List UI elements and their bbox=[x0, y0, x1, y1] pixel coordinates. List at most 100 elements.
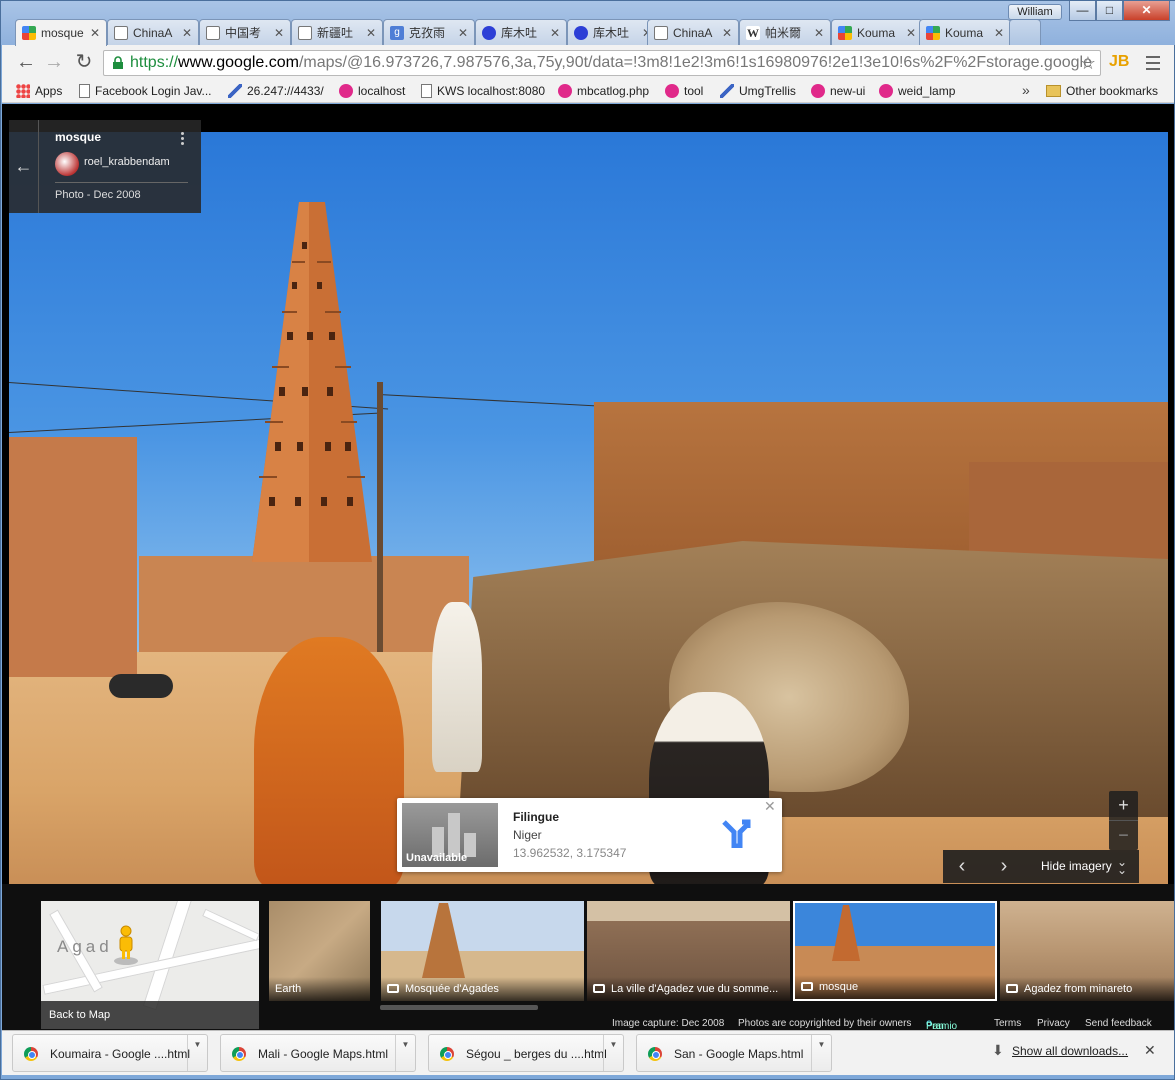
apps-grid-icon bbox=[16, 84, 30, 98]
chevron-down-icon[interactable]: ▼ bbox=[603, 1035, 623, 1071]
tab-pamir[interactable]: W 帕米爾 ✕ bbox=[739, 19, 831, 45]
next-photo-icon[interactable]: › bbox=[985, 850, 1023, 883]
tab-kumutu-1[interactable]: 库木吐 ✕ bbox=[475, 19, 567, 45]
page-icon bbox=[654, 25, 668, 40]
tab-kezi[interactable]: g 克孜雨 ✕ bbox=[383, 19, 475, 45]
filmstrip-scrollbar[interactable] bbox=[380, 1005, 538, 1010]
bookmark-tool[interactable]: tool bbox=[665, 84, 703, 98]
photo-author[interactable]: roel_krabbendam bbox=[84, 156, 170, 168]
bookmarks-overflow-button[interactable]: » bbox=[1022, 82, 1030, 98]
close-icon[interactable]: ✕ bbox=[764, 798, 776, 815]
new-tab-button[interactable] bbox=[1009, 19, 1041, 45]
minimap[interactable]: Agad Back to Map bbox=[41, 901, 259, 1029]
thumbnail-mosquee-dagades[interactable]: Mosquée d'Agades bbox=[381, 901, 584, 1001]
zoom-out-button[interactable]: − bbox=[1109, 820, 1138, 849]
bookmark-apps[interactable]: Apps bbox=[16, 84, 62, 98]
tab-kumutu-2[interactable]: 库木吐 ✕ bbox=[567, 19, 659, 45]
maximize-button[interactable]: □ bbox=[1096, 1, 1123, 21]
download-item[interactable]: Ségou _ berges du ....html ▼ bbox=[428, 1034, 624, 1072]
send-feedback-link[interactable]: Send feedback bbox=[1085, 1018, 1152, 1029]
tab-xinjiang[interactable]: 新疆吐 ✕ bbox=[291, 19, 383, 45]
tab-china-a[interactable]: ChinaA ✕ bbox=[107, 19, 199, 45]
bookmark-star-icon[interactable]: ☆ bbox=[1080, 51, 1096, 75]
close-icon[interactable]: ✕ bbox=[722, 26, 732, 40]
thumbnail-earth[interactable]: Earth bbox=[269, 901, 370, 1001]
download-item[interactable]: Koumaira - Google ....html ▼ bbox=[12, 1034, 208, 1072]
close-icon[interactable]: ✕ bbox=[1144, 1042, 1156, 1059]
thumbnail-ville-dagadez[interactable]: La ville d'Agadez vue du somme... bbox=[587, 901, 790, 1001]
chevron-down-icon[interactable]: ⌄ ⌄ bbox=[1117, 856, 1127, 876]
chevron-down-icon[interactable]: ▼ bbox=[811, 1035, 831, 1071]
bookmark-localhost[interactable]: localhost bbox=[339, 84, 405, 98]
bookmark-new-ui[interactable]: new-ui bbox=[811, 84, 865, 98]
tab-zhongguo[interactable]: 中国考 ✕ bbox=[199, 19, 291, 45]
close-icon[interactable]: ✕ bbox=[90, 26, 100, 40]
profile-button[interactable]: William bbox=[1008, 4, 1062, 20]
google-maps-icon bbox=[22, 26, 36, 40]
bookmark-facebook-login[interactable]: Facebook Login Jav... bbox=[79, 84, 212, 98]
jetbrains-extension-icon[interactable]: JB bbox=[1109, 53, 1129, 71]
download-item[interactable]: San - Google Maps.html ▼ bbox=[636, 1034, 832, 1072]
bookmark-label: KWS localhost:8080 bbox=[437, 84, 546, 98]
show-all-downloads-link[interactable]: Show all downloads... bbox=[1012, 1044, 1128, 1058]
download-filename: Mali - Google Maps.html bbox=[258, 1047, 389, 1061]
thumbnail-label: Mosquée d'Agades bbox=[381, 977, 584, 1001]
minimize-button[interactable]: — bbox=[1069, 1, 1096, 21]
bookmark-label: UmgTrellis bbox=[739, 84, 796, 98]
location-card[interactable]: Unavailable Filingue Niger 13.962532, 3.… bbox=[397, 798, 782, 872]
panoramio-logo[interactable]: Pan o ramio bbox=[926, 1018, 957, 1030]
previous-photo-icon[interactable]: ‹ bbox=[943, 850, 981, 883]
terms-link[interactable]: Terms bbox=[994, 1018, 1021, 1029]
umg-icon bbox=[228, 84, 242, 98]
other-bookmarks[interactable]: Other bookmarks bbox=[1046, 84, 1158, 98]
bookmark-4433[interactable]: 26.247://4433/ bbox=[228, 84, 324, 98]
maps-footer: Image capture: Dec 2008 Photos are copyr… bbox=[2, 1015, 1174, 1030]
close-icon[interactable]: ✕ bbox=[182, 26, 192, 40]
close-icon[interactable]: ✕ bbox=[458, 26, 468, 40]
close-icon[interactable]: ✕ bbox=[550, 26, 560, 40]
privacy-link[interactable]: Privacy bbox=[1037, 1018, 1070, 1029]
more-options-icon[interactable] bbox=[181, 132, 185, 147]
photo-panorama[interactable] bbox=[9, 132, 1168, 884]
close-icon[interactable]: ✕ bbox=[274, 26, 284, 40]
browser-window: mosque ✕ ChinaA ✕ 中国考 ✕ 新疆吐 ✕ g 克孜雨 ✕ 库木… bbox=[0, 0, 1175, 1080]
chrome-icon bbox=[440, 1047, 454, 1061]
address-bar[interactable]: https://www.google.com/maps/@16.973726,7… bbox=[103, 50, 1101, 76]
avatar[interactable] bbox=[55, 152, 79, 176]
bookmark-weid-lamp[interactable]: weid_lamp bbox=[879, 84, 955, 98]
download-item[interactable]: Mali - Google Maps.html ▼ bbox=[220, 1034, 416, 1072]
close-icon[interactable]: ✕ bbox=[814, 26, 824, 40]
camera-icon bbox=[593, 984, 605, 993]
close-icon[interactable]: ✕ bbox=[994, 26, 1004, 40]
hide-imagery-button[interactable]: Hide imagery bbox=[1041, 850, 1112, 883]
forward-icon[interactable]: → bbox=[42, 51, 66, 75]
chevron-down-icon[interactable]: ▼ bbox=[187, 1035, 207, 1071]
zoom-in-button[interactable]: + bbox=[1109, 791, 1138, 820]
tab-strip: mosque ✕ ChinaA ✕ 中国考 ✕ 新疆吐 ✕ g 克孜雨 ✕ 库木… bbox=[1, 1, 1175, 46]
map-town-label: Agad bbox=[57, 937, 113, 956]
tab-kouma-1[interactable]: Kouma ✕ bbox=[831, 19, 923, 45]
thumbnail-mosque-selected[interactable]: mosque bbox=[793, 901, 997, 1001]
bookmark-kws-localhost[interactable]: KWS localhost:8080 bbox=[421, 84, 545, 98]
pegman-icon[interactable] bbox=[113, 925, 139, 965]
tab-mosque[interactable]: mosque ✕ bbox=[15, 19, 107, 46]
bookmark-label: new-ui bbox=[830, 84, 866, 98]
tab-kouma-2[interactable]: Kouma ✕ bbox=[919, 19, 1011, 45]
m-icon bbox=[665, 84, 679, 98]
bookmark-mbcatlog[interactable]: mbcatlog.php bbox=[558, 84, 649, 98]
thumbnail-agadez-minareto[interactable]: Agadez from minareto bbox=[1000, 901, 1174, 1001]
directions-icon[interactable] bbox=[720, 816, 752, 848]
back-icon[interactable]: ← bbox=[14, 51, 38, 75]
back-arrow-icon[interactable]: ← bbox=[9, 120, 39, 213]
close-icon[interactable]: ✕ bbox=[366, 26, 376, 40]
close-window-button[interactable]: ✕ bbox=[1123, 1, 1170, 21]
bookmark-umgtrellis[interactable]: UmgTrellis bbox=[720, 84, 796, 98]
reload-icon[interactable]: ↻ bbox=[72, 51, 96, 75]
thumbnail-label: Earth bbox=[269, 977, 370, 1001]
camera-icon bbox=[387, 984, 399, 993]
chevron-down-icon[interactable]: ▼ bbox=[395, 1035, 415, 1071]
close-icon[interactable]: ✕ bbox=[906, 26, 916, 40]
location-name: Filingue bbox=[513, 810, 559, 824]
menu-icon[interactable] bbox=[1145, 52, 1161, 74]
tab-china-a-2[interactable]: ChinaA ✕ bbox=[647, 19, 739, 45]
